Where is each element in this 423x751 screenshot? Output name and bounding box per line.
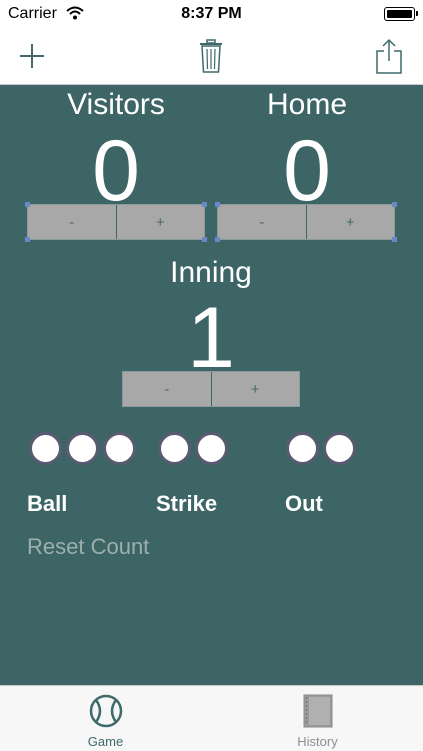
notebook-icon [303, 694, 332, 728]
tab-game-label: Game [87, 734, 124, 749]
strike-label: Strike [156, 491, 218, 516]
strike-indicator-2[interactable] [195, 432, 228, 465]
out-indicator-2[interactable] [323, 432, 356, 465]
stepper-corner [392, 237, 397, 242]
trash-icon [200, 39, 222, 73]
inning-label: Inning [170, 256, 252, 289]
stepper-corner [392, 202, 397, 207]
tab-bar: Game History [0, 685, 423, 751]
tab-history-label: History [297, 734, 338, 749]
stepper-corner [215, 202, 220, 207]
stepper-corner [202, 237, 207, 242]
visitors-score-stepper: - + [25, 202, 207, 242]
strike-indicator-1[interactable] [158, 432, 191, 465]
stepper-corner [202, 202, 207, 207]
out-indicator-1[interactable] [286, 432, 319, 465]
out-label: Out [285, 491, 323, 516]
battery-icon [384, 7, 418, 21]
home-score-stepper: - + [215, 202, 397, 242]
ball-indicator-3[interactable] [103, 432, 136, 465]
status-time: 8:37 PM [181, 5, 242, 22]
scoreboard: Visitors 0 - + Home 0 - + Inning 1 - + B… [0, 85, 423, 685]
add-game-button[interactable] [12, 36, 52, 76]
stepper-corner [25, 237, 30, 242]
stepper-corner [215, 237, 220, 242]
stepper-corner [25, 202, 30, 207]
visitors-label: Visitors [67, 88, 165, 121]
home-decrement-button[interactable]: - [218, 205, 306, 239]
visitors-decrement-button[interactable]: - [28, 205, 116, 239]
inning-stepper: - + [122, 371, 300, 407]
ball-indicator-2[interactable] [66, 432, 99, 465]
tab-game[interactable]: Game [0, 686, 211, 751]
home-increment-button[interactable]: + [305, 205, 395, 239]
inning-increment-button[interactable]: + [210, 372, 300, 406]
home-score: 0 [283, 123, 331, 219]
ball-indicator-1[interactable] [29, 432, 62, 465]
inning-value: 1 [187, 290, 235, 386]
baseball-icon [89, 694, 122, 728]
delete-game-button[interactable] [191, 36, 231, 76]
visitors-score: 0 [92, 123, 140, 219]
status-bar: Carrier 8:37 PM [0, 0, 423, 28]
visitors-increment-button[interactable]: + [115, 205, 205, 239]
nav-bar [0, 28, 423, 85]
home-label: Home [266, 88, 348, 121]
reset-count-button[interactable]: Reset Count [27, 534, 149, 560]
inning-decrement-button[interactable]: - [123, 372, 211, 406]
share-button[interactable] [369, 36, 409, 76]
share-icon [376, 38, 402, 74]
ball-label: Ball [27, 491, 68, 516]
plus-icon [20, 44, 44, 68]
tab-history[interactable]: History [212, 686, 423, 751]
